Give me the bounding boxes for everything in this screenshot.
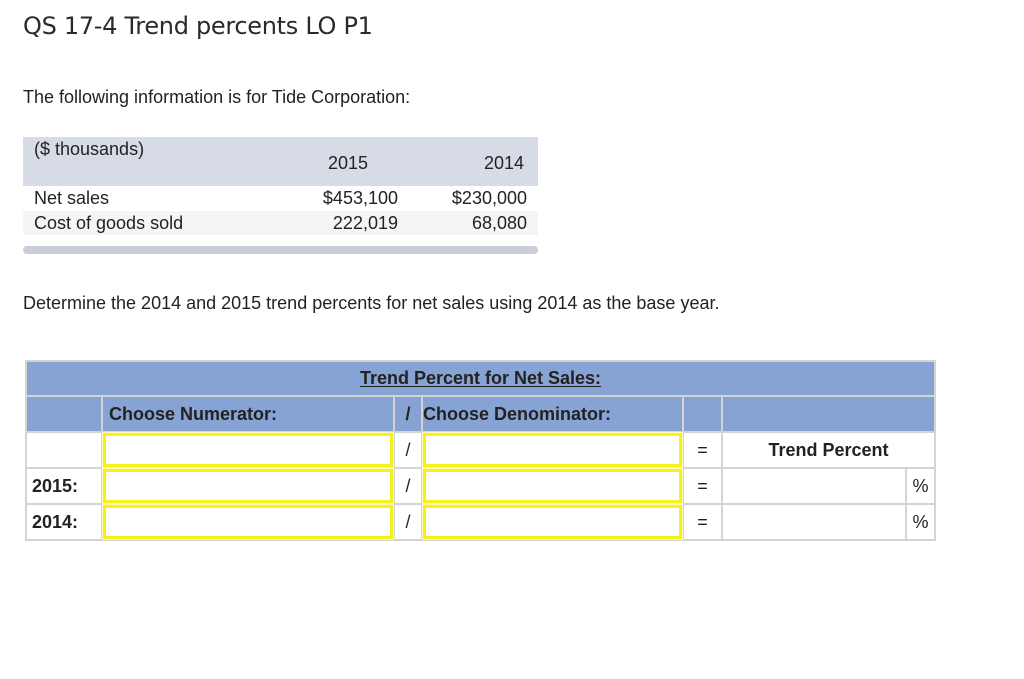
equals-symbol: = xyxy=(682,467,723,505)
answer-caption-row: Trend Percent for Net Sales: xyxy=(25,360,936,397)
value-2014: $230,000 xyxy=(451,188,527,209)
data-table-container: ($ thousands) 2015 2014 Net sales $453,1… xyxy=(23,137,538,254)
table-row-cogs: Cost of goods sold 222,019 68,080 xyxy=(23,210,538,235)
percent-symbol: % xyxy=(905,503,936,541)
denominator-input-2014[interactable] xyxy=(422,504,683,540)
row-label: Cost of goods sold xyxy=(34,212,184,233)
answer-row-2015: 2015: / = % xyxy=(25,467,936,505)
empty-header-cell xyxy=(721,395,936,433)
year-header-2015: 2015 xyxy=(327,153,368,173)
data-table-header-row: ($ thousands) 2015 2014 xyxy=(23,137,538,186)
denominator-input-formula[interactable] xyxy=(422,432,683,468)
answer-row-2014: 2014: / = % xyxy=(25,503,936,541)
horizontal-scrollbar[interactable] xyxy=(23,246,538,254)
unit-label: ($ thousands) xyxy=(34,139,145,159)
slash-symbol: / xyxy=(393,467,423,505)
result-cell xyxy=(721,503,907,541)
trend-percent-label: Trend Percent xyxy=(721,431,936,469)
equals-symbol: = xyxy=(682,503,723,541)
intro-text: The following information is for Tide Co… xyxy=(23,87,411,107)
value-2015: 222,019 xyxy=(332,212,398,233)
page-title: QS 17-4 Trend percents LO P1 xyxy=(23,12,373,40)
answer-header-row: Choose Numerator: / Choose Denominator: xyxy=(25,395,936,433)
value-2015: $453,100 xyxy=(322,188,398,209)
numerator-input-2015[interactable] xyxy=(102,468,394,504)
denominator-cell xyxy=(421,467,684,505)
percent-symbol: % xyxy=(905,467,936,505)
row-label: 2015: xyxy=(25,467,103,505)
numerator-input-formula[interactable] xyxy=(102,432,394,468)
equals-symbol: = xyxy=(682,431,723,469)
numerator-header: Choose Numerator: xyxy=(101,395,395,433)
denominator-header: Choose Denominator: xyxy=(421,395,684,433)
numerator-cell xyxy=(101,467,395,505)
table-row-net-sales: Net sales $453,100 $230,000 xyxy=(23,186,538,211)
result-cell xyxy=(721,467,907,505)
row-label: 2014: xyxy=(25,503,103,541)
financial-data-table: ($ thousands) 2015 2014 Net sales $453,1… xyxy=(23,137,538,235)
trend-percent-input-2015[interactable] xyxy=(723,470,905,502)
numerator-input-2014[interactable] xyxy=(102,504,394,540)
slash-header: / xyxy=(393,395,423,433)
row-label xyxy=(25,431,103,469)
denominator-input-2015[interactable] xyxy=(422,468,683,504)
empty-header-cell xyxy=(25,395,103,433)
row-label: Net sales xyxy=(34,188,110,209)
slash-symbol: / xyxy=(393,431,423,469)
formula-row: / = Trend Percent xyxy=(25,431,936,469)
trend-percent-answer-table: Trend Percent for Net Sales: Choose Nume… xyxy=(25,360,936,541)
page: QS 17-4 Trend percents LO P1 The followi… xyxy=(0,0,1024,679)
value-2014: 68,080 xyxy=(471,212,527,233)
numerator-cell xyxy=(101,503,395,541)
denominator-cell xyxy=(421,503,684,541)
year-header-2014: 2014 xyxy=(483,153,524,173)
slash-symbol: / xyxy=(393,503,423,541)
caption-cell: Trend Percent for Net Sales: xyxy=(25,360,936,397)
trend-percent-input-2014[interactable] xyxy=(723,506,905,538)
denominator-cell xyxy=(421,431,684,469)
answer-table-caption: Trend Percent for Net Sales: xyxy=(359,368,602,388)
numerator-cell xyxy=(101,431,395,469)
empty-header-cell xyxy=(682,395,723,433)
instruction-text: Determine the 2014 and 2015 trend percen… xyxy=(23,293,720,313)
